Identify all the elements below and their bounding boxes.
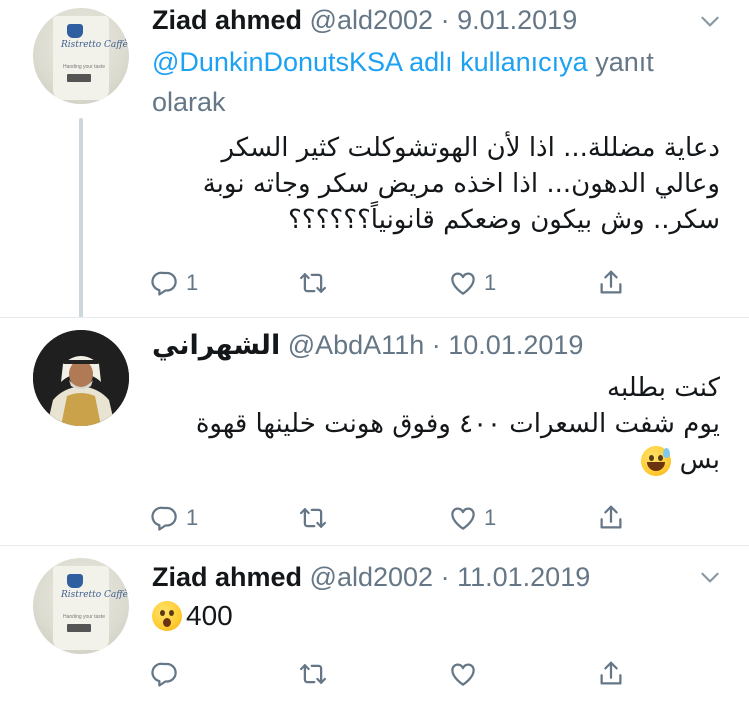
retweet-icon	[298, 503, 328, 533]
tweet[interactable]: Ristretto Caffè Handing your taste Ziad …	[0, 546, 749, 708]
thread-line	[79, 118, 83, 318]
tweet-text: كنت بطلبه يوم شفت السعرات ٤٠٠ وفوق هونت …	[152, 370, 720, 478]
avatar-person-image	[33, 330, 129, 426]
chevron-down-icon[interactable]	[697, 8, 723, 34]
like-icon	[448, 268, 478, 298]
tweet-line: كنت بطلبه	[607, 373, 720, 403]
tweet-line: سكر.. وش بيكون وضعكم قانونياً؟؟؟؟؟؟	[288, 205, 720, 235]
separator: ·	[440, 5, 450, 35]
like-icon	[448, 503, 478, 533]
retweet-button[interactable]	[298, 500, 328, 536]
reply-tail: yanıt	[595, 47, 654, 77]
mention-link[interactable]: @DunkinDonutsKSA	[152, 47, 402, 77]
share-icon	[596, 268, 626, 298]
cup-logo-icon	[67, 574, 83, 588]
tweet-text: دعاية مضللة... اذا لأن الهوتشوكلت كثير ا…	[152, 130, 720, 238]
cup-box	[67, 74, 91, 82]
tweet-line: بس	[679, 445, 720, 475]
share-icon	[596, 659, 626, 689]
tweet-line: دعاية مضللة... اذا لأن الهوتشوكلت كثير ا…	[221, 133, 720, 163]
tweet-line: يوم شفت السعرات ٤٠٠ وفوق هونت خلينها قهو…	[195, 409, 720, 439]
avatar[interactable]: Ristretto Caffè Handing your taste	[33, 8, 129, 104]
timestamp[interactable]: 9.01.2019	[457, 5, 577, 35]
like-count: 1	[484, 270, 497, 295]
action-bar: 1 1	[150, 265, 650, 301]
retweet-button[interactable]	[298, 656, 328, 692]
retweet-button[interactable]	[298, 265, 328, 301]
action-bar	[150, 656, 650, 692]
grinning-sweat-emoji-icon	[641, 445, 672, 476]
reply-count: 1	[186, 505, 199, 530]
cup-box	[67, 624, 91, 632]
cup-logo-icon	[67, 24, 83, 38]
tweet-line: 400	[186, 600, 233, 631]
avatar-brand-text: Ristretto Caffè	[61, 40, 128, 50]
chevron-down-icon[interactable]	[697, 564, 723, 590]
tweet-text: 400	[152, 598, 233, 634]
timestamp[interactable]: 11.01.2019	[457, 562, 590, 592]
avatar-small-text: Handing your taste	[63, 614, 105, 620]
separator: ·	[431, 330, 441, 360]
avatar-cup-image: Ristretto Caffè Handing your taste	[53, 16, 128, 100]
display-name[interactable]: Ziad ahmed	[152, 562, 302, 592]
tweet-header: Ziad ahmed @ald2002 · 9.01.2019	[152, 3, 709, 37]
avatar[interactable]	[33, 330, 129, 426]
display-name[interactable]: Ziad ahmed	[152, 5, 302, 35]
reply-button[interactable]	[150, 656, 180, 692]
avatar-cup-image: Ristretto Caffè Handing your taste	[53, 566, 128, 650]
tweet[interactable]: Ristretto Caffè Handing your taste Ziad …	[0, 0, 749, 318]
avatar[interactable]: Ristretto Caffè Handing your taste	[33, 558, 129, 654]
like-button[interactable]: 1	[448, 500, 496, 536]
handle[interactable]: @ald2002	[310, 562, 434, 592]
like-icon	[448, 659, 478, 689]
share-button[interactable]	[596, 265, 626, 301]
tweet-line-with-emoji: بس	[152, 442, 720, 478]
reply-context: @DunkinDonutsKSA adlı kullanıcıya yanıt …	[152, 42, 722, 122]
like-count: 1	[484, 505, 497, 530]
astonished-face-emoji-icon	[152, 601, 182, 631]
tweet-header: الشهراني @AbdA11h · 10.01.2019	[152, 328, 709, 363]
reply-icon	[150, 503, 180, 533]
tweet[interactable]: الشهراني @AbdA11h · 10.01.2019 كنت بطلبه…	[0, 318, 749, 546]
display-name[interactable]: الشهراني	[152, 330, 280, 361]
reply-button[interactable]: 1	[150, 500, 198, 536]
handle[interactable]: @AbdA11h	[288, 330, 425, 360]
separator: ·	[440, 562, 450, 592]
retweet-icon	[298, 659, 328, 689]
avatar-brand-text: Ristretto Caffè	[61, 590, 128, 600]
retweet-icon	[298, 268, 328, 298]
avatar-small-text: Handing your taste	[63, 64, 105, 70]
tweet-line: وعالي الدهون... اذا اخذه مريض سكر وجاته …	[202, 169, 720, 199]
reply-icon	[150, 268, 180, 298]
tweet-header: Ziad ahmed @ald2002 · 11.01.2019	[152, 560, 709, 594]
reply-icon	[150, 659, 180, 689]
reply-button[interactable]: 1	[150, 265, 198, 301]
reply-count: 1	[186, 270, 199, 295]
handle[interactable]: @ald2002	[310, 5, 434, 35]
share-button[interactable]	[596, 656, 626, 692]
share-icon	[596, 503, 626, 533]
like-button[interactable]	[448, 656, 478, 692]
action-bar: 1 1	[150, 500, 650, 536]
timestamp[interactable]: 10.01.2019	[448, 330, 583, 360]
reply-suffix[interactable]: adlı kullanıcıya	[409, 47, 588, 77]
share-button[interactable]	[596, 500, 626, 536]
reply-tail-2: olarak	[152, 87, 226, 117]
like-button[interactable]: 1	[448, 265, 496, 301]
